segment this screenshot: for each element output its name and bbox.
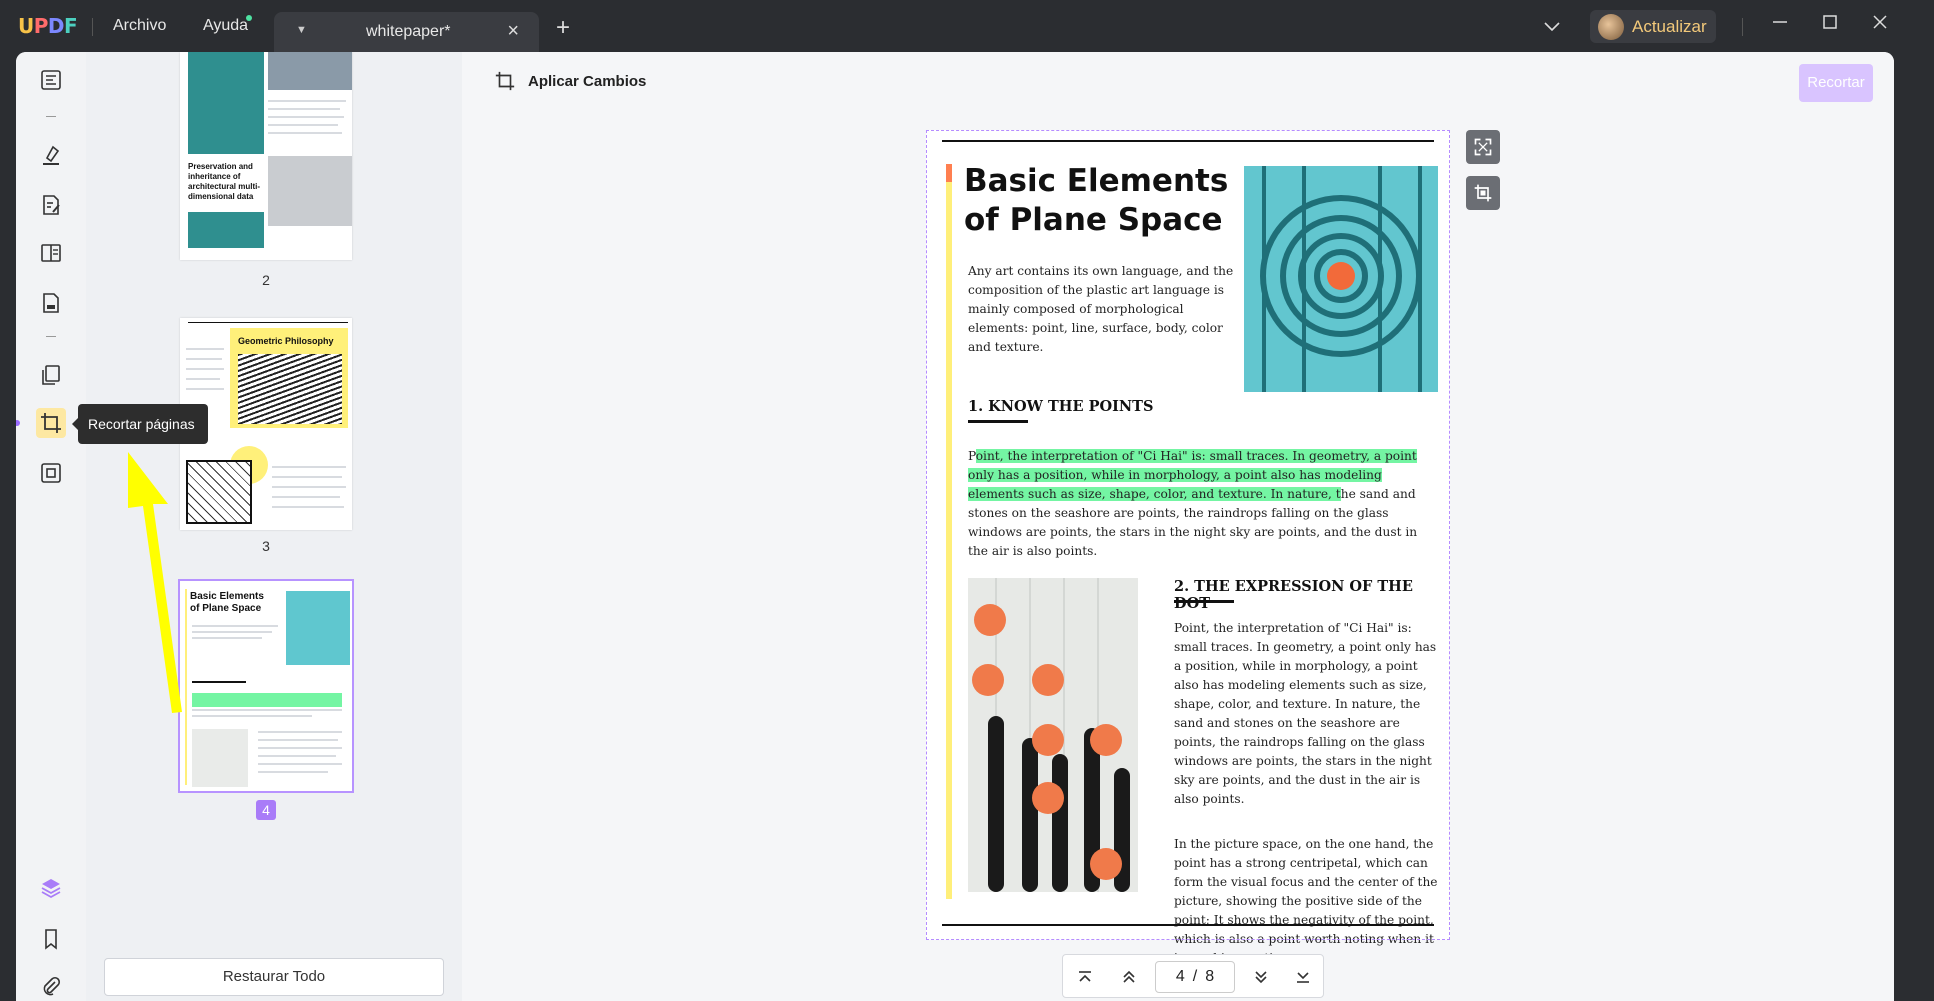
annotation-arrow-icon	[128, 452, 182, 713]
page-title: Basic Elements of Plane Space	[964, 163, 1229, 238]
avatar	[1598, 14, 1624, 40]
updf-logo: UPDF	[18, 14, 78, 38]
help-notification-dot	[246, 15, 252, 21]
app-frame: Preservation and inheritance of architec…	[16, 52, 1894, 1001]
crop-button[interactable]: Recortar	[1799, 64, 1873, 102]
layers-icon[interactable]	[36, 873, 66, 903]
tab-title: whitepaper*	[366, 23, 451, 40]
page-accent-bar	[946, 164, 952, 899]
title-bar: UPDF Archivo Ayuda ▼ whitepaper* × + Act…	[0, 0, 1934, 52]
restore-all-button[interactable]: Restaurar Todo	[104, 958, 444, 996]
document-tab[interactable]: ▼ whitepaper* ×	[274, 12, 539, 52]
section2-paragraph-1: Point, the interpretation of "Ci Hai" is…	[1174, 621, 1437, 806]
close-window-icon[interactable]	[1872, 12, 1888, 38]
fit-page-icon[interactable]	[1466, 130, 1500, 164]
tab-close-icon[interactable]: ×	[507, 20, 519, 43]
section2-heading: 2. THE EXPRESSION OF THE DOT	[1174, 578, 1413, 612]
orange-dots-image	[968, 578, 1138, 892]
thumb-text-line	[258, 763, 342, 765]
thumb-text-line	[258, 755, 336, 757]
first-page-icon[interactable]	[1073, 965, 1097, 989]
page-navigator: 4 / 8	[1062, 954, 1324, 998]
title-separator-2	[1742, 18, 1743, 36]
upgrade-button[interactable]: Actualizar	[1590, 10, 1716, 43]
auto-crop-icon[interactable]	[1466, 176, 1500, 210]
current-page: 4	[1175, 968, 1185, 985]
page-separator: /	[1192, 968, 1198, 985]
upgrade-label: Actualizar	[1632, 17, 1707, 36]
intro-paragraph: Any art contains its own language, and t…	[968, 264, 1234, 354]
section2-paragraph-2: In the picture space, on the one hand, t…	[1174, 837, 1438, 965]
section1-paragraph: Point, the interpretation of "Ci Hai" is…	[968, 447, 1438, 561]
apply-changes-label: Aplicar Cambios	[528, 72, 647, 90]
crop-icon	[495, 71, 515, 91]
total-pages: 8	[1205, 968, 1215, 985]
tab-dropdown-icon[interactable]: ▼	[296, 24, 307, 36]
bookmark-icon[interactable]	[36, 924, 66, 954]
workspace: Aplicar Cambios Recortar Basic Elements …	[462, 52, 1894, 1001]
previous-page-icon[interactable]	[1117, 965, 1141, 989]
last-page-icon[interactable]	[1291, 965, 1315, 989]
page-number-4: 4	[256, 800, 276, 820]
page-top-rule	[942, 140, 1434, 142]
dropcap-letter: P	[968, 449, 976, 463]
attachment-icon[interactable]	[36, 972, 66, 1001]
pdf-page: Basic Elements of Plane Space Any art co…	[926, 130, 1450, 965]
menu-file[interactable]: Archivo	[113, 17, 166, 35]
menu-help[interactable]: Ayuda	[203, 17, 248, 35]
page-bottom-rule	[942, 924, 1434, 926]
section2-rule	[1174, 600, 1234, 603]
section1-rule	[968, 420, 1028, 423]
concentric-circles-image	[1244, 166, 1438, 392]
section1-heading: 1. KNOW THE POINTS	[968, 398, 1154, 415]
next-page-icon[interactable]	[1249, 965, 1273, 989]
minimize-icon[interactable]	[1772, 12, 1788, 38]
thumb-text-line	[258, 771, 328, 773]
page-number-input[interactable]: 4 / 8	[1155, 961, 1235, 993]
title-separator	[92, 18, 93, 36]
chevron-down-icon[interactable]	[1544, 16, 1560, 37]
maximize-icon[interactable]	[1822, 12, 1838, 38]
new-tab-icon[interactable]: +	[556, 14, 570, 42]
apply-changes-button[interactable]: Aplicar Cambios	[494, 70, 646, 92]
